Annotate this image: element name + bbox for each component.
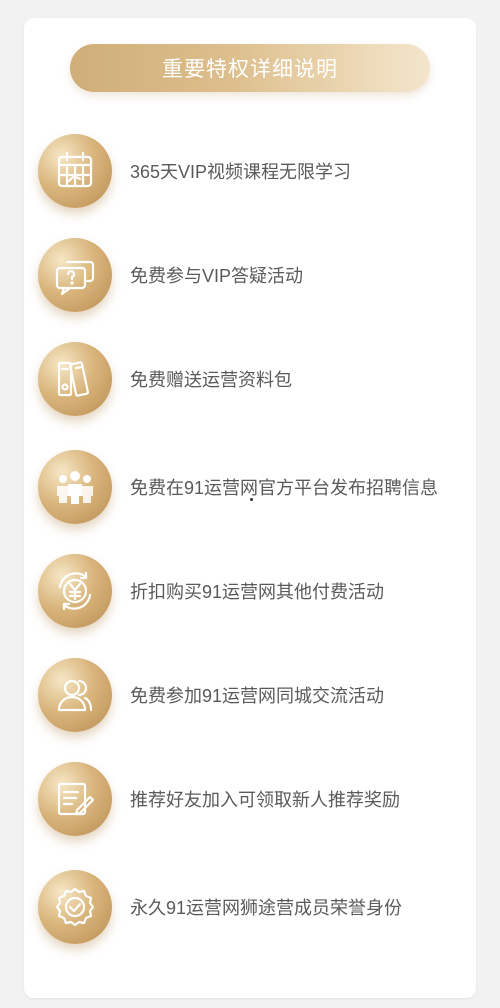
chat-question-icon [38, 238, 112, 312]
privilege-label: 免费参加91运营网同城交流活动 [130, 686, 385, 706]
yen-cycle-icon [38, 554, 112, 628]
users-icon [38, 658, 112, 732]
privilege-label: 免费参与VIP答疑活动 [130, 266, 304, 286]
binders-icon [38, 342, 112, 416]
edit-document-icon [38, 762, 112, 836]
privilege-label: 免费赠送运营资料包 [130, 370, 292, 390]
privileges-title: 重要特权详细说明 [162, 58, 338, 81]
privilege-item-honor: 永久91运营网狮途营成员荣誉身份 [38, 868, 468, 946]
privilege-item-discount: 折扣购买91运营网其他付费活动 [38, 552, 468, 630]
privilege-label: 折扣购买91运营网其他付费活动 [130, 582, 385, 602]
privileges-header: 重要特权详细说明 [70, 44, 430, 92]
privilege-item-local-events: 免费参加91运营网同城交流活动 [38, 656, 468, 734]
stray-dot [250, 498, 253, 501]
privilege-item-referral: 推荐好友加入可领取新人推荐奖励 [38, 760, 468, 838]
privilege-item-vip-course: 365天VIP视频课程无限学习 [38, 132, 468, 210]
privilege-item-materials: 免费赠送运营资料包 [38, 340, 468, 418]
privilege-label: 365天VIP视频课程无限学习 [130, 162, 352, 182]
privilege-item-vip-qa: 免费参与VIP答疑活动 [38, 236, 468, 314]
privilege-label: 推荐好友加入可领取新人推荐奖励 [130, 790, 400, 810]
privilege-item-recruitment: 免费在91运营网官方平台发布招聘信息 [38, 448, 468, 526]
people-group-icon [38, 450, 112, 524]
privilege-label: 永久91运营网狮途营成员荣誉身份 [130, 898, 403, 918]
privileges-card: 重要特权详细说明 365天VIP视频课程无限学习 免费参与VIP答疑活动 免费赠… [24, 18, 476, 998]
privilege-label: 免费在91运营网官方平台发布招聘信息 [130, 478, 439, 498]
honor-badge-icon [38, 870, 112, 944]
calendar-icon [38, 134, 112, 208]
